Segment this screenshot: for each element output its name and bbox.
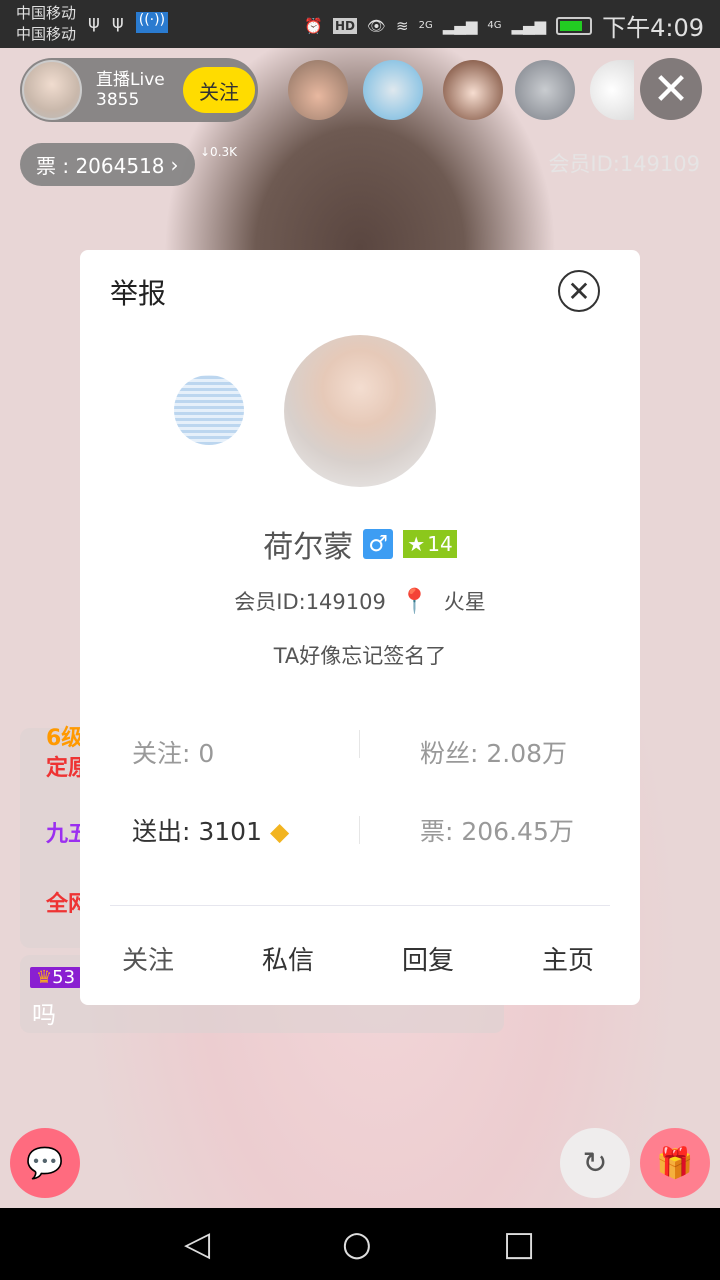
small-avatar[interactable] xyxy=(174,375,244,445)
carrier-labels: 中国移动 中国移动 xyxy=(16,3,76,45)
wifi-icon: ≋ xyxy=(396,16,409,35)
follow-host-button[interactable]: 关注 xyxy=(183,67,255,113)
star-icon: ★ xyxy=(407,532,426,556)
chat-line: 6级 xyxy=(46,726,84,751)
level-badge: ★ 14 xyxy=(403,530,457,558)
viewer-avatar[interactable] xyxy=(363,60,423,120)
male-icon: ♂ xyxy=(363,529,394,559)
recents-icon[interactable]: □ xyxy=(503,1224,535,1264)
usb-icon: ψ xyxy=(88,12,100,33)
carrier-1: 中国移动 xyxy=(16,4,77,22)
tickets-count: 票: 206.45万 xyxy=(420,817,574,846)
share-button[interactable]: ↻ xyxy=(560,1128,630,1198)
viewer-avatar[interactable] xyxy=(443,60,503,120)
close-dialog-button[interactable]: ✕ xyxy=(558,270,600,312)
share-icon: ↻ xyxy=(582,1145,608,1181)
status-bar: 中国移动 中国移动 ψ ψ ((·)) ⏰ HD 👁 ≋ 2G ▂▄▆ 4G ▂▄▆ 下午… xyxy=(0,0,720,48)
eye-icon: 👁 xyxy=(367,16,387,35)
member-id-overlay: 会员ID:149109 xyxy=(548,152,700,176)
homepage-button[interactable]: 主页 xyxy=(542,940,594,977)
host-avatar[interactable] xyxy=(22,60,82,120)
crown-icon: ♛ xyxy=(36,967,53,988)
votes-label: 票 : 2064518 xyxy=(36,154,165,178)
follow-button[interactable]: 关注 xyxy=(122,940,174,977)
close-icon: ✕ xyxy=(567,274,591,308)
usb-icon: ψ xyxy=(111,12,124,33)
signal-icon: ▂▄▆ xyxy=(442,16,478,35)
signal-icon: ▂▄▆ xyxy=(511,16,547,35)
battery-icon xyxy=(556,16,593,35)
divider xyxy=(359,730,360,758)
user-avatar[interactable] xyxy=(284,335,436,487)
carrier-2: 中国移动 xyxy=(16,25,77,43)
fans-count[interactable]: 粉丝: 2.08万 xyxy=(420,734,567,770)
navigation-bar: ◁ ○ □ xyxy=(0,1208,720,1280)
level-badge: ♛53 xyxy=(30,967,82,988)
viewer-avatar[interactable] xyxy=(515,60,575,120)
badge-number: 53 xyxy=(52,967,76,988)
signal-2g: 2G xyxy=(418,20,433,31)
host-count: 3855 xyxy=(96,90,140,110)
username: 荷尔蒙 xyxy=(263,530,354,565)
location: 火星 xyxy=(443,590,486,614)
sent-count: 送出: 3101 ◆ xyxy=(132,812,289,848)
host-name: 直播Live xyxy=(96,70,165,90)
reply-button[interactable]: 回复 xyxy=(402,940,454,977)
diamond-icon: ◆ xyxy=(269,817,290,846)
following-count[interactable]: 关注: 0 xyxy=(132,734,214,770)
divider xyxy=(359,816,360,844)
level-number: 14 xyxy=(427,532,453,556)
hd-icon: HD xyxy=(332,17,357,34)
signature: TA好像忘记签名了 xyxy=(273,644,447,668)
sent-label: 送出: 3101 xyxy=(132,817,262,846)
gift-icon: 🎁 xyxy=(656,1145,694,1181)
divider xyxy=(110,905,610,906)
gift-button[interactable]: 🎁 xyxy=(640,1128,710,1198)
location-pin-icon: 📍 xyxy=(399,587,430,615)
clock: 下午4:09 xyxy=(602,14,704,42)
home-icon[interactable]: ○ xyxy=(342,1224,372,1264)
viewer-avatar[interactable] xyxy=(288,60,348,120)
hotspot-icon: ((·)) xyxy=(135,12,169,33)
report-button[interactable]: 举报 xyxy=(110,272,166,312)
alarm-icon: ⏰ xyxy=(304,16,323,35)
signal-4g: 4G xyxy=(487,20,502,31)
member-id: 会员ID:149109 xyxy=(234,590,386,614)
close-live-button[interactable]: ✕ xyxy=(640,58,702,120)
host-info-pill[interactable]: 直播Live 3855 关注 xyxy=(20,58,258,122)
chat-bubble-icon: 💬 xyxy=(26,1145,64,1181)
votes-delta: ↓0.3K xyxy=(200,145,238,159)
chevron-right-icon: › xyxy=(170,152,179,177)
back-icon[interactable]: ◁ xyxy=(184,1224,210,1264)
votes-pill[interactable]: 票 : 2064518 › xyxy=(20,143,195,186)
user-profile-dialog: 举报 ✕ 荷尔蒙 ♂ ★ 14 会员ID:149109 📍 火星 TA好像忘记签名了 … xyxy=(80,250,640,1005)
message-button[interactable]: 私信 xyxy=(262,940,314,977)
chat-text: 吗 xyxy=(32,1001,56,1029)
chat-button[interactable]: 💬 xyxy=(10,1128,80,1198)
